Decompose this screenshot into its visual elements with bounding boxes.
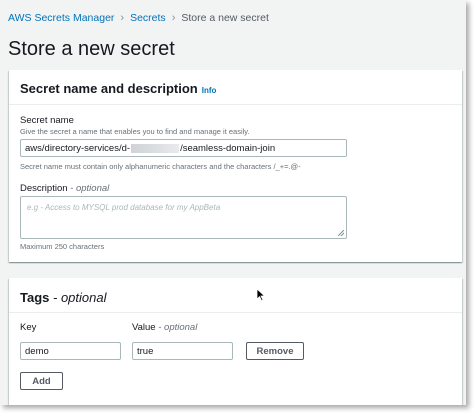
tags-panel: Tags - optional Key Value - optional dem… (9, 278, 462, 405)
tag-key-input[interactable]: demo (20, 342, 121, 360)
description-optional: - optional (70, 183, 110, 194)
value-label: Value - optional (132, 322, 197, 333)
redacted-directory-id (131, 143, 180, 153)
chevron-right-icon: › (120, 12, 125, 24)
info-link[interactable]: Info (202, 86, 217, 95)
secret-name-constraint: Secret name must contain only alphanumer… (20, 162, 301, 171)
mouse-pointer-icon (256, 288, 266, 302)
value-optional: - optional (158, 322, 198, 333)
breadcrumb-current: Store a new secret (181, 12, 269, 24)
tags-optional: - optional (53, 290, 107, 305)
secret-name-prefix: aws/directory-services/d- (25, 142, 131, 154)
secret-name-input[interactable]: aws/directory-services/d- /seamless-domai… (20, 139, 347, 157)
description-label: Description - optional (20, 183, 109, 194)
chevron-right-icon: › (171, 12, 176, 24)
description-label-text: Description (20, 183, 68, 194)
add-tag-button[interactable]: Add (20, 372, 63, 390)
description-placeholder: e.g - Access to MYSQL prod database for … (27, 203, 221, 212)
remove-tag-button[interactable]: Remove (246, 342, 304, 360)
tag-value-input[interactable]: true (132, 342, 233, 360)
panel-title: Secret name and description Info (20, 81, 216, 96)
breadcrumb: AWS Secrets Manager › Secrets › Store a … (8, 12, 269, 24)
secret-name-label: Secret name (20, 115, 74, 126)
page-title: Store a new secret (8, 38, 175, 60)
breadcrumb-secrets-manager[interactable]: AWS Secrets Manager (8, 12, 114, 24)
tags-divider (9, 312, 462, 313)
tags-title-text: Tags (20, 290, 50, 305)
secret-name-suffix: /seamless-domain-join (180, 142, 276, 154)
value-label-text: Value (132, 322, 156, 333)
description-max: Maximum 250 characters (20, 242, 105, 251)
secrets-manager-window: AWS Secrets Manager › Secrets › Store a … (0, 0, 466, 405)
panel-header: Secret name and description Info (9, 70, 462, 105)
breadcrumb-secrets[interactable]: Secrets (130, 12, 166, 24)
secret-name-hint: Give the secret a name that enables you … (20, 127, 250, 136)
tags-title: Tags - optional (20, 290, 107, 305)
panel-title-text: Secret name and description (20, 81, 198, 96)
description-textarea[interactable]: e.g - Access to MYSQL prod database for … (20, 196, 347, 239)
key-label: Key (20, 322, 37, 333)
resize-grip-icon[interactable] (338, 230, 344, 236)
secret-details-panel: Secret name and description Info Secret n… (9, 70, 462, 262)
